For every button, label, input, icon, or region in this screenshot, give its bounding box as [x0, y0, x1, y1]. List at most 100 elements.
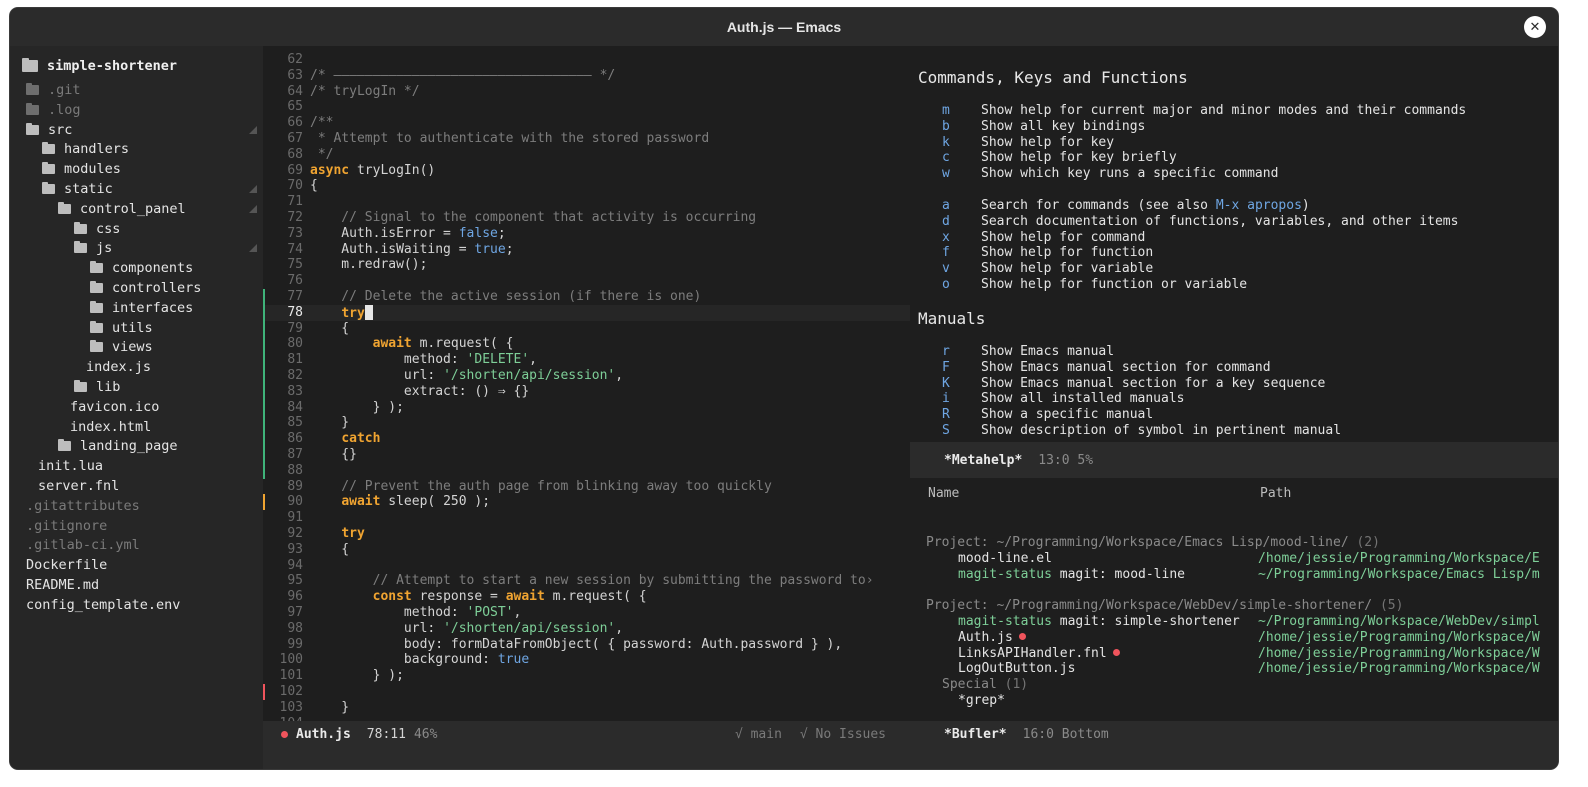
tree-file[interactable]: .gitattributes	[26, 496, 263, 516]
code-line[interactable]: 64 /* tryLogIn */	[263, 84, 910, 100]
code-line[interactable]: 71	[263, 194, 910, 210]
help-key[interactable]: a	[942, 198, 950, 214]
tree-file[interactable]: .gitlab-ci.yml	[26, 535, 263, 555]
tree-file[interactable]: index.js	[86, 357, 263, 377]
bufler-pane[interactable]: Name Path Project: ~/Programming/Workspa…	[910, 478, 1558, 721]
help-key[interactable]: c	[942, 150, 950, 166]
code-line[interactable]: 70 {	[263, 178, 910, 194]
column-header-path[interactable]: Path	[1260, 486, 1291, 502]
expand-arrow-icon[interactable]	[249, 244, 257, 253]
code-line[interactable]: 94	[263, 558, 910, 574]
code-line[interactable]: 89 // Prevent the auth page from blinkin…	[263, 479, 910, 495]
help-entry[interactable]: x Show help for command	[918, 230, 1548, 246]
help-key[interactable]: k	[942, 135, 950, 151]
code-line[interactable]: 91	[263, 510, 910, 526]
tree-file[interactable]: index.html	[70, 417, 263, 437]
tree-file[interactable]: Dockerfile	[26, 555, 263, 575]
code-line[interactable]: 79 {	[263, 321, 910, 337]
bufler-group-header[interactable]: Project: ~/Programming/Workspace/WebDev/…	[926, 598, 1403, 614]
help-key[interactable]: i	[942, 391, 950, 407]
help-key[interactable]: x	[942, 230, 950, 246]
code-line[interactable]: 69 async tryLogIn()	[263, 163, 910, 179]
tree-root[interactable]: simple-shortener	[22, 56, 177, 76]
help-entry[interactable]: f Show help for function	[918, 245, 1548, 261]
code-line[interactable]: 97 method: 'POST',	[263, 605, 910, 621]
help-entry[interactable]: w Show which key runs a specific command	[918, 166, 1548, 182]
code-line[interactable]: 101 } );	[263, 668, 910, 684]
code-line[interactable]: 75 m.redraw();	[263, 257, 910, 273]
code-line[interactable]: 102	[263, 684, 910, 700]
help-entry[interactable]: R Show a specific manual	[918, 407, 1548, 423]
bufler-buffer-row[interactable]: LinksAPIHandler.fnl	[958, 646, 1120, 662]
tree-folder[interactable]: .git	[26, 80, 263, 100]
bufler-buffer-row[interactable]: Auth.js	[958, 630, 1026, 646]
column-header-name[interactable]: Name	[928, 486, 959, 502]
help-key[interactable]: o	[942, 277, 950, 293]
code-line[interactable]: 86 catch	[263, 431, 910, 447]
metahelp-pane[interactable]: Commands, Keys and Functions Manuals m Sh…	[910, 46, 1558, 442]
bufler-buffer-row[interactable]: magit-status magit: mood-line	[958, 567, 1185, 583]
tree-file[interactable]: server.fnl	[38, 476, 263, 496]
tree-folder[interactable]: css	[74, 219, 263, 239]
expand-arrow-icon[interactable]	[249, 204, 257, 213]
tree-file[interactable]: config_template.env	[26, 595, 263, 615]
tree-folder[interactable]: landing_page	[58, 436, 263, 456]
bufler-buffer-row[interactable]: mood-line.el	[958, 551, 1052, 567]
code-line[interactable]: 65	[263, 99, 910, 115]
code-line[interactable]: 67 * Attempt to authenticate with the st…	[263, 131, 910, 147]
tree-folder[interactable]: utils	[90, 318, 263, 338]
help-entry[interactable]: k Show help for key	[918, 135, 1548, 151]
code-line[interactable]: 81 method: 'DELETE',	[263, 352, 910, 368]
code-line[interactable]: 63 /* ————————————————————————————————— *…	[263, 68, 910, 84]
code-line[interactable]: 98 url: '/shorten/api/session',	[263, 621, 910, 637]
code-line[interactable]: 84 } );	[263, 400, 910, 416]
help-entry[interactable]: v Show help for variable	[918, 261, 1548, 277]
help-entry[interactable]: b Show all key bindings	[918, 119, 1548, 135]
code-line[interactable]: 66 /**	[263, 115, 910, 131]
expand-arrow-icon[interactable]	[249, 185, 257, 193]
tree-file[interactable]: .gitignore	[26, 516, 263, 536]
bufler-special-item[interactable]: *grep*	[958, 693, 1005, 709]
help-key[interactable]: v	[942, 261, 950, 277]
tree-folder[interactable]: views	[90, 337, 263, 357]
code-line[interactable]: 83 extract: () ⇒ {}	[263, 384, 910, 400]
help-link[interactable]: M-x apropos	[1216, 198, 1302, 213]
code-line[interactable]: 96 const response = await m.request( {	[263, 589, 910, 605]
help-key[interactable]: S	[942, 423, 950, 439]
help-entry[interactable]: a Search for commands (see also M-x aprop…	[918, 198, 1548, 214]
code-line[interactable]: 87 {}	[263, 447, 910, 463]
tree-folder[interactable]: modules	[42, 159, 263, 179]
help-key[interactable]: K	[942, 376, 950, 392]
help-entry[interactable]: K Show Emacs manual section for a key seq…	[918, 376, 1548, 392]
code-line[interactable]: 92 try	[263, 526, 910, 542]
bufler-buffer-row[interactable]: magit-status magit: simple-shortener	[958, 614, 1240, 630]
help-entry[interactable]: m Show help for current major and minor m…	[918, 103, 1548, 119]
code-line[interactable]: 62	[263, 52, 910, 68]
tree-folder[interactable]: static	[42, 179, 263, 199]
code-line[interactable]: 85 }	[263, 415, 910, 431]
bufler-special-header[interactable]: Special (1)	[942, 677, 1028, 693]
tree-folder[interactable]: interfaces	[90, 298, 263, 318]
help-key[interactable]: r	[942, 344, 950, 360]
tree-folder[interactable]: control_panel	[58, 199, 263, 219]
help-key[interactable]: R	[942, 407, 950, 423]
code-line[interactable]: 77 // Delete the active session (if ther…	[263, 289, 910, 305]
code-line[interactable]: 68 */	[263, 147, 910, 163]
help-key[interactable]: w	[942, 166, 950, 182]
tree-folder[interactable]: js	[74, 238, 263, 258]
tree-folder[interactable]: lib	[74, 377, 263, 397]
code-line[interactable]: 100 background: true	[263, 652, 910, 668]
bufler-group-header[interactable]: Project: ~/Programming/Workspace/Emacs L…	[926, 535, 1380, 551]
help-entry[interactable]: S Show description of symbol in pertinent…	[918, 423, 1548, 439]
tree-folder[interactable]: controllers	[90, 278, 263, 298]
expand-arrow-icon[interactable]	[249, 125, 257, 134]
tree-folder[interactable]: src	[26, 120, 263, 140]
tree-file[interactable]: favicon.ico	[70, 397, 263, 417]
help-entry[interactable]: d Search documentation of functions, vari…	[918, 214, 1548, 230]
code-line[interactable]: 95 // Attempt to start a new session by …	[263, 573, 910, 589]
code-line[interactable]: 80 await m.request( {	[263, 336, 910, 352]
code-line[interactable]: 82 url: '/shorten/api/session',	[263, 368, 910, 384]
close-button[interactable]: ✕	[1524, 16, 1546, 38]
code-line[interactable]: 99 body: formDataFromObject( { password:…	[263, 637, 910, 653]
code-line[interactable]: 72 // Signal to the component that activ…	[263, 210, 910, 226]
